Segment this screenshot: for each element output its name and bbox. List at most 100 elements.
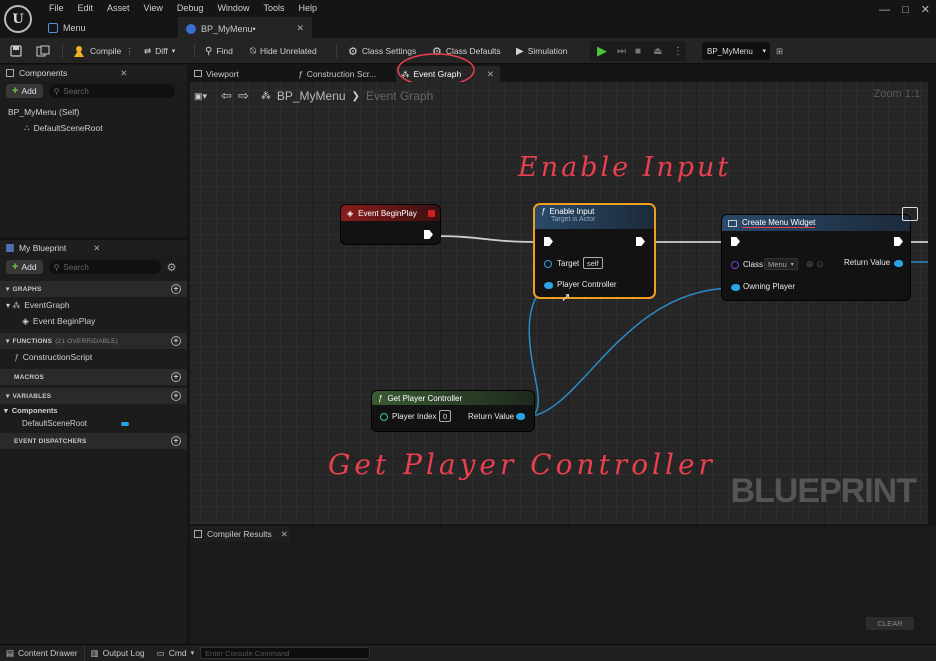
menu-view[interactable]: View — [137, 2, 170, 15]
console-command-input[interactable]: Enter Console Command — [200, 647, 371, 659]
save-icon[interactable] — [10, 43, 22, 59]
exec-in-pin[interactable] — [731, 237, 740, 246]
add-function-icon[interactable]: + — [171, 336, 181, 346]
section-event-dispatchers[interactable]: EVENT DISPATCHERS + — [0, 433, 187, 449]
doc-tab-menu[interactable]: Menu — [40, 17, 176, 38]
return-value-pin[interactable] — [894, 260, 903, 267]
menu-tools[interactable]: Tools — [256, 2, 291, 15]
tree-item-self[interactable]: BP_MyMenu (Self) — [0, 104, 187, 120]
event-graph-canvas[interactable]: ▣▾ ⇦ ⇨ ⁂ BP_MyMenu ❯ Event Graph Zoom 1:… — [190, 82, 928, 524]
debug-object-select[interactable]: BP_MyMenu ▾ — [702, 42, 770, 60]
minimize-icon[interactable]: — — [879, 4, 890, 16]
my-blueprint-header: My Blueprint ✕ — [0, 240, 187, 256]
exec-out-pin[interactable] — [636, 237, 645, 246]
tree-item-label: Event BeginPlay — [32, 316, 96, 326]
menu-window[interactable]: Window — [210, 2, 256, 15]
browse-icon[interactable] — [36, 43, 50, 59]
player-index-pin[interactable] — [380, 413, 388, 421]
variable-default-scene-root[interactable]: DefaultSceneRoot — [0, 417, 187, 430]
eject-icon[interactable]: ⏏ — [653, 43, 662, 59]
close-icon[interactable]: ✕ — [93, 243, 100, 254]
node-event-beginplay[interactable]: ◈ Event BeginPlay — [341, 205, 440, 244]
class-select[interactable]: Menu ▾ — [764, 258, 798, 270]
add-macro-icon[interactable]: + — [171, 372, 181, 382]
menu-file[interactable]: File — [42, 2, 71, 15]
chevron-down-icon: ▾ — [762, 48, 766, 55]
menu-asset[interactable]: Asset — [100, 2, 137, 15]
return-value-pin[interactable] — [516, 413, 525, 420]
menu-edit[interactable]: Edit — [71, 2, 101, 15]
close-icon[interactable]: ✕ — [296, 23, 304, 34]
node-header: Create Menu Widget — [722, 215, 910, 231]
exec-out-pin[interactable] — [424, 230, 433, 239]
simulation-button[interactable]: ▶ Simulation — [516, 43, 567, 59]
owning-player-pin[interactable] — [731, 284, 740, 291]
add-graph-icon[interactable]: + — [171, 284, 181, 294]
tree-item-event-beginplay[interactable]: ◈ Event BeginPlay — [0, 313, 187, 329]
search-icon: ⚲ — [53, 262, 60, 272]
exec-out-pin[interactable] — [894, 237, 903, 246]
menu-bar: File Edit Asset View Debug Window Tools … — [42, 1, 324, 15]
tree-item-event-graph[interactable]: ▾ ⁂ EventGraph — [0, 297, 187, 313]
my-blueprint-search-input[interactable]: ⚲ Search — [48, 260, 161, 274]
compiler-results-panel: Compiler Results ✕ CLEAR — [190, 526, 936, 644]
close-icon[interactable]: ✕ — [120, 68, 127, 79]
return-value-label: Return Value — [844, 258, 891, 267]
section-macros[interactable]: MACROS + — [0, 369, 187, 385]
add-component-button[interactable]: + Add — [6, 84, 43, 98]
node-create-widget[interactable]: Create Menu Widget Class Menu ▾ ⊕ ⊙ Retur… — [722, 215, 910, 300]
tree-item-label: ConstructionScript — [22, 352, 93, 362]
menu-debug[interactable]: Debug — [170, 2, 211, 15]
cmd-select[interactable]: ▭ Cmd ▾ — [151, 645, 201, 661]
compile-button[interactable]: Compile ⋮ — [72, 43, 134, 59]
menu-help[interactable]: Help — [291, 2, 324, 15]
close-icon[interactable]: ✕ — [487, 69, 494, 80]
node-get-player-controller[interactable]: ƒ Get Player Controller Player Index 0 R… — [372, 391, 534, 431]
more-icon[interactable]: ⋮ — [125, 46, 134, 57]
player-controller-pin[interactable] — [544, 282, 553, 289]
section-variables[interactable]: ▾ VARIABLES + — [0, 388, 187, 404]
close-icon[interactable]: ✕ — [281, 529, 288, 540]
class-label: Class — [743, 260, 764, 269]
player-index-field[interactable]: 0 — [439, 410, 452, 422]
output-log-button[interactable]: ▥ Output Log — [85, 645, 151, 661]
class-pin[interactable] — [731, 261, 739, 269]
add-variable-icon[interactable]: + — [171, 391, 181, 401]
tab-construction-script[interactable]: ƒ Construction Scr... — [298, 66, 376, 81]
compiler-results-tab[interactable]: Compiler Results ✕ — [190, 526, 290, 542]
add-label: Add — [21, 262, 37, 272]
maximize-icon[interactable]: □ — [902, 4, 909, 16]
section-graphs[interactable]: ▾ GRAPHS + — [0, 281, 187, 297]
step-icon[interactable]: ⏭ — [617, 43, 626, 59]
add-member-button[interactable]: + Add — [6, 260, 43, 274]
target-pin[interactable] — [544, 260, 552, 268]
node-title: Get Player Controller — [387, 393, 463, 403]
node-enable-input[interactable]: ƒ Enable Input Target is Actor Target sel… — [535, 205, 654, 297]
browse-debug-icon[interactable]: ⊞ — [776, 43, 783, 59]
section-functions[interactable]: ▾ FUNCTIONS (21 OVERRIDABLE) + — [0, 333, 187, 349]
diff-button[interactable]: ⇄ Diff ▾ — [144, 43, 175, 59]
clear-button[interactable]: CLEAR — [866, 617, 914, 630]
browse-icon[interactable]: ⊕ ⊙ — [806, 259, 824, 270]
add-dispatcher-icon[interactable]: + — [171, 436, 181, 446]
hide-unrelated-button[interactable]: ⍉ Hide Unrelated — [250, 43, 317, 59]
gear-icon[interactable]: ⚙ — [167, 261, 177, 274]
components-search-input[interactable]: ⚲ Search — [48, 84, 175, 98]
content-drawer-button[interactable]: ▤ Content Drawer — [0, 645, 85, 661]
unreal-logo-icon[interactable]: U — [4, 5, 32, 33]
delegate-pin-icon[interactable] — [428, 209, 435, 217]
tree-item-construction-script[interactable]: ƒ ConstructionScript — [0, 349, 187, 365]
target-value-field[interactable]: self — [583, 257, 603, 269]
tab-viewport[interactable]: Viewport — [194, 66, 239, 81]
node-title: ƒ Enable Input — [541, 207, 594, 216]
find-button[interactable]: ⚲ Find — [205, 43, 233, 59]
exec-in-pin[interactable] — [544, 237, 553, 246]
play-options-icon[interactable]: ⋮ — [673, 43, 683, 59]
player-index-label: Player Index — [392, 412, 437, 421]
doc-tab-bp-mymenu[interactable]: BP_MyMenu• ✕ — [178, 17, 312, 38]
variable-category-components[interactable]: ▾ Components — [0, 404, 187, 417]
close-window-icon[interactable]: ✕ — [921, 3, 930, 16]
play-icon[interactable]: ▶ — [597, 43, 607, 59]
stop-icon[interactable]: ■ — [635, 43, 641, 59]
tree-item-default-scene-root[interactable]: ⛬ DefaultSceneRoot — [0, 120, 187, 136]
